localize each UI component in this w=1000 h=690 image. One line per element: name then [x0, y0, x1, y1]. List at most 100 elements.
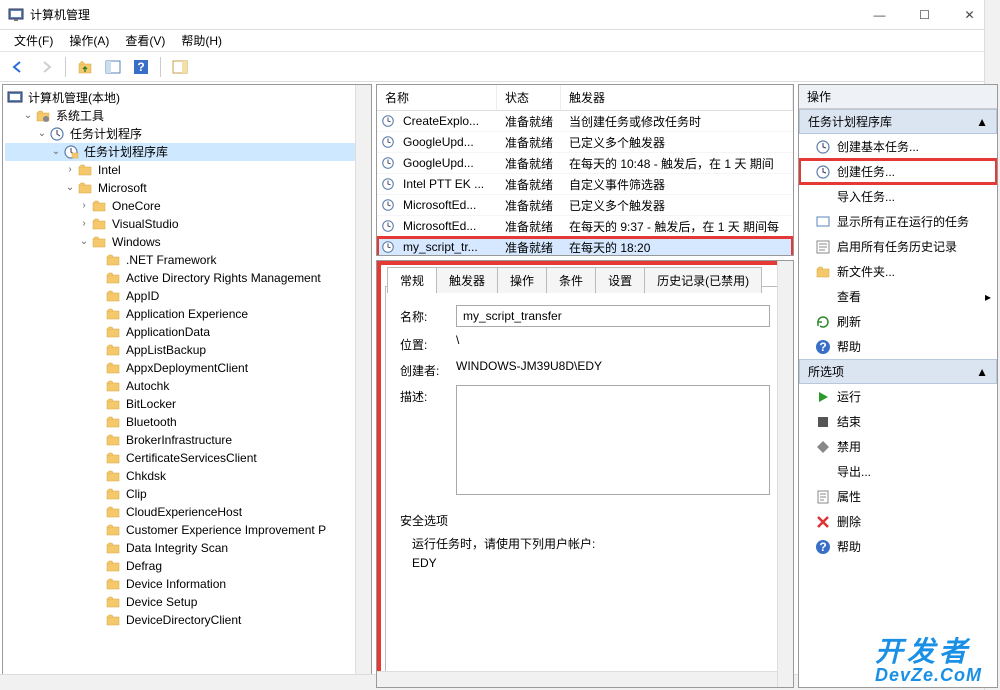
- help-icon: ?: [815, 539, 831, 555]
- col-status[interactable]: 状态: [497, 85, 561, 110]
- detail-scrollbar-y[interactable]: [777, 261, 793, 687]
- action-enable-history[interactable]: 启用所有任务历史记录: [799, 234, 997, 259]
- action-properties[interactable]: 属性: [799, 484, 997, 509]
- tree-task-scheduler[interactable]: ⌄任务计划程序: [5, 125, 369, 143]
- watermark: 开发者 DevZe.CoM: [875, 638, 982, 684]
- actions-group-library[interactable]: 任务计划程序库▲: [799, 109, 997, 134]
- action-refresh[interactable]: 刷新: [799, 309, 997, 334]
- clock-icon: [381, 198, 395, 212]
- field-task-name[interactable]: my_script_transfer: [456, 305, 770, 327]
- tree-visualstudio[interactable]: ›VisualStudio: [5, 215, 369, 233]
- clock-icon: [381, 135, 395, 149]
- actions-group-selected[interactable]: 所选项▲: [799, 359, 997, 384]
- detail-scrollbar-x[interactable]: [377, 671, 777, 687]
- tree-item[interactable]: CloudExperienceHost: [5, 503, 369, 521]
- tree-scrollbar[interactable]: [355, 85, 371, 687]
- toggle-pane-button[interactable]: [168, 55, 192, 79]
- maximize-button[interactable]: ☐: [902, 1, 947, 29]
- properties-icon: [815, 489, 831, 505]
- window-title: 计算机管理: [30, 6, 857, 23]
- tree-item[interactable]: Autochk: [5, 377, 369, 395]
- action-run[interactable]: 运行: [799, 384, 997, 409]
- tree-sys-tools[interactable]: ⌄系统工具: [5, 107, 369, 125]
- minimize-button[interactable]: —: [857, 1, 902, 29]
- tree-item[interactable]: Data Integrity Scan: [5, 539, 369, 557]
- tree-item[interactable]: Defrag: [5, 557, 369, 575]
- tree-item[interactable]: Active Directory Rights Management: [5, 269, 369, 287]
- tree-windows[interactable]: ⌄Windows: [5, 233, 369, 251]
- tab-general[interactable]: 常规: [387, 267, 437, 293]
- tree-intel[interactable]: ›Intel: [5, 161, 369, 179]
- col-name[interactable]: 名称: [377, 85, 497, 110]
- tree-pane[interactable]: 计算机管理(本地) ⌄系统工具 ⌄任务计划程序 ⌄任务计划程序库 ›Intel …: [2, 84, 372, 688]
- help-button[interactable]: ?: [129, 55, 153, 79]
- label-description: 描述:: [400, 385, 456, 405]
- tree-item[interactable]: ApplicationData: [5, 323, 369, 341]
- collapse-icon: ▲: [976, 365, 988, 379]
- forward-button[interactable]: [34, 55, 58, 79]
- action-delete[interactable]: 删除: [799, 509, 997, 534]
- tree-item[interactable]: Device Setup: [5, 593, 369, 611]
- menu-view[interactable]: 查看(V): [117, 30, 173, 51]
- actions-pane: 操作 任务计划程序库▲ 创建基本任务... 创建任务... 导入任务... 显示…: [798, 84, 998, 688]
- action-create-task[interactable]: 创建任务...: [799, 159, 997, 184]
- action-import-task[interactable]: 导入任务...: [799, 184, 997, 209]
- tree-item[interactable]: Chkdsk: [5, 467, 369, 485]
- tree-library[interactable]: ⌄任务计划程序库: [5, 143, 369, 161]
- menu-action[interactable]: 操作(A): [61, 30, 117, 51]
- action-show-running[interactable]: 显示所有正在运行的任务: [799, 209, 997, 234]
- back-button[interactable]: [6, 55, 30, 79]
- action-new-folder[interactable]: 新文件夹...: [799, 259, 997, 284]
- task-icon: [815, 164, 831, 180]
- col-trigger[interactable]: 触发器: [561, 85, 793, 110]
- menu-bar: 文件(F) 操作(A) 查看(V) 帮助(H): [0, 30, 1000, 52]
- action-disable[interactable]: 禁用: [799, 434, 997, 459]
- menu-file[interactable]: 文件(F): [6, 30, 61, 51]
- detail-tabs: 常规 触发器 操作 条件 设置 历史记录(已禁用): [387, 267, 761, 293]
- task-list[interactable]: 名称 状态 触发器 CreateExplo...准备就绪当创建任务或修改任务时G…: [376, 84, 794, 256]
- clock-icon: [381, 240, 395, 254]
- tree-item[interactable]: Customer Experience Improvement P: [5, 521, 369, 539]
- action-help[interactable]: ?帮助: [799, 334, 997, 359]
- tree-root[interactable]: 计算机管理(本地): [5, 89, 369, 107]
- action-view[interactable]: 查看▸: [799, 284, 997, 309]
- tree-item[interactable]: DeviceDirectoryClient: [5, 611, 369, 629]
- tree-item[interactable]: Application Experience: [5, 305, 369, 323]
- task-row[interactable]: Intel PTT EK ...准备就绪自定义事件筛选器: [377, 174, 793, 195]
- refresh-icon: [815, 314, 831, 330]
- tree-item[interactable]: Clip: [5, 485, 369, 503]
- action-end[interactable]: 结束: [799, 409, 997, 434]
- tree-onecore[interactable]: ›OneCore: [5, 197, 369, 215]
- up-button[interactable]: [73, 55, 97, 79]
- svg-text:?: ?: [137, 60, 144, 74]
- task-row[interactable]: MicrosoftEd...准备就绪已定义多个触发器: [377, 195, 793, 216]
- task-row[interactable]: MicrosoftEd...准备就绪在每天的 9:37 - 触发后，在 1 天 …: [377, 216, 793, 237]
- tree-item[interactable]: Device Information: [5, 575, 369, 593]
- action-create-basic-task[interactable]: 创建基本任务...: [799, 134, 997, 159]
- tree-item[interactable]: AppID: [5, 287, 369, 305]
- task-row[interactable]: CreateExplo...准备就绪当创建任务或修改任务时: [377, 111, 793, 132]
- wizard-icon: [815, 139, 831, 155]
- tree-item[interactable]: .NET Framework: [5, 251, 369, 269]
- tab-settings[interactable]: 设置: [595, 267, 645, 293]
- task-row[interactable]: GoogleUpd...准备就绪已定义多个触发器: [377, 132, 793, 153]
- tab-conditions[interactable]: 条件: [546, 267, 596, 293]
- tab-triggers[interactable]: 触发器: [436, 267, 498, 293]
- action-export[interactable]: 导出...: [799, 459, 997, 484]
- field-description[interactable]: [456, 385, 770, 495]
- menu-help[interactable]: 帮助(H): [173, 30, 230, 51]
- tree-item[interactable]: Bluetooth: [5, 413, 369, 431]
- task-row[interactable]: GoogleUpd...准备就绪在每天的 10:48 - 触发后，在 1 天 期…: [377, 153, 793, 174]
- tree-item[interactable]: AppListBackup: [5, 341, 369, 359]
- task-row[interactable]: my_script_tr...准备就绪在每天的 18:20: [377, 237, 793, 256]
- play-icon: [815, 389, 831, 405]
- tab-actions[interactable]: 操作: [497, 267, 547, 293]
- tree-item[interactable]: AppxDeploymentClient: [5, 359, 369, 377]
- tree-microsoft[interactable]: ⌄Microsoft: [5, 179, 369, 197]
- tab-history[interactable]: 历史记录(已禁用): [644, 267, 762, 293]
- tree-item[interactable]: BitLocker: [5, 395, 369, 413]
- tree-item[interactable]: CertificateServicesClient: [5, 449, 369, 467]
- tree-item[interactable]: BrokerInfrastructure: [5, 431, 369, 449]
- show-hide-tree-button[interactable]: [101, 55, 125, 79]
- action-help-2[interactable]: ?帮助: [799, 534, 997, 559]
